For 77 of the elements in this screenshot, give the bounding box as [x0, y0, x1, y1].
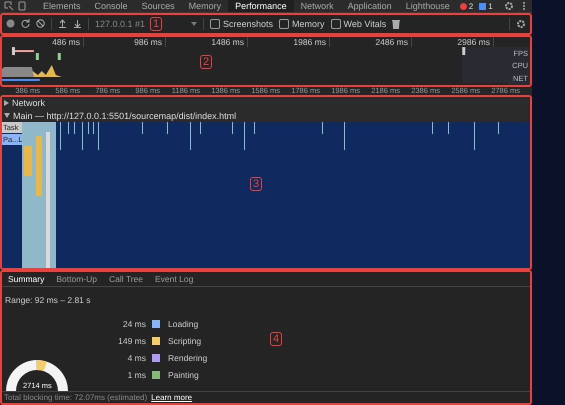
error-icon — [460, 2, 467, 10]
donut-chart-drawing — [4, 359, 70, 392]
panel-tab[interactable]: Performance — [228, 0, 294, 12]
settings-icon[interactable] — [504, 1, 514, 11]
category-time: 4 ms — [126, 353, 146, 364]
task-marker — [88, 122, 89, 134]
time-tick: 1486 ms — [166, 36, 248, 47]
task-marker — [448, 122, 449, 134]
panel-tab[interactable]: Sources — [134, 0, 182, 12]
panel-tab[interactable]: Memory — [182, 0, 228, 12]
inspect-icon[interactable] — [4, 1, 14, 11]
task-marker — [344, 122, 345, 150]
task-marker — [167, 122, 168, 134]
time-tick: 2486 ms — [330, 36, 412, 47]
details-tab[interactable]: Bottom-Up — [50, 274, 103, 284]
panel-tab[interactable]: Lighthouse — [398, 0, 457, 12]
category-time: 24 ms — [122, 319, 146, 330]
category-label: Painting — [168, 370, 200, 380]
annotation-number: 3 — [250, 176, 262, 191]
category-time: 149 ms — [117, 336, 146, 346]
panel-tab[interactable]: Elements — [36, 0, 88, 12]
reload-icon[interactable] — [21, 19, 30, 28]
download-icon[interactable] — [73, 19, 82, 28]
collapsed-icon[interactable] — [4, 100, 9, 106]
task-marker — [474, 122, 475, 150]
option-checkbox[interactable]: Web Vitals — [330, 18, 386, 29]
details-tab[interactable]: Call Tree — [103, 274, 150, 284]
blocking-time-text: Total blocking time: 72.07ms (estimated) — [4, 393, 148, 402]
task-marker — [200, 122, 201, 134]
details-tab[interactable]: Summary — [2, 274, 50, 284]
annotation-number: 1 — [150, 17, 162, 31]
details-tab[interactable]: Event Log — [149, 274, 200, 284]
clear-icon[interactable] — [36, 19, 45, 28]
settings-icon[interactable] — [516, 18, 526, 29]
track-label[interactable]: Network — [12, 98, 46, 108]
upload-icon[interactable] — [58, 19, 67, 28]
script-block — [36, 136, 42, 196]
message-icon — [479, 2, 486, 10]
expanded-icon[interactable] — [4, 113, 10, 118]
panel-tab[interactable]: Application — [340, 0, 399, 12]
script-block — [24, 146, 32, 176]
annotation-number: 4 — [270, 332, 282, 346]
option-checkbox[interactable]: Memory — [279, 18, 325, 29]
category-time: 1 ms — [126, 370, 146, 380]
task-marker — [322, 122, 323, 134]
record-icon[interactable] — [6, 19, 15, 28]
more-icon[interactable] — [522, 1, 526, 11]
task-marker — [190, 122, 191, 150]
error-count[interactable]: 2 — [456, 2, 476, 10]
task-marker — [432, 122, 433, 134]
target-select[interactable]: 127.0.0.1 #1 — [95, 18, 145, 29]
annotation-number: 2 — [200, 54, 212, 69]
task-marker — [68, 122, 69, 134]
message-count[interactable]: 1 — [476, 2, 496, 10]
dropdown-icon[interactable] — [191, 22, 197, 26]
task-marker — [93, 122, 94, 134]
panel-tab[interactable]: Console — [88, 0, 135, 12]
category-label: Loading — [168, 319, 200, 330]
time-tick: 1986 ms — [248, 36, 330, 47]
task-marker — [232, 122, 233, 134]
range-text: Range: 92 ms – 2.81 s — [4, 294, 92, 308]
option-checkbox[interactable]: Screenshots — [210, 18, 274, 29]
category-label: Scripting — [168, 336, 202, 346]
task-marker — [244, 122, 245, 150]
panel-tab[interactable]: Network — [294, 0, 341, 12]
task-marker — [82, 122, 83, 150]
time-tick: 986 ms — [84, 36, 166, 47]
device-icon[interactable] — [18, 1, 26, 11]
trash-icon[interactable] — [392, 18, 400, 29]
task-marker — [142, 122, 143, 134]
category-label: Rendering — [168, 353, 208, 364]
task-marker — [60, 122, 61, 150]
task-marker — [74, 122, 75, 134]
task-marker — [254, 122, 255, 134]
learn-more-link[interactable]: Learn more — [151, 393, 192, 402]
task-marker — [498, 122, 499, 134]
task-marker — [98, 122, 99, 150]
